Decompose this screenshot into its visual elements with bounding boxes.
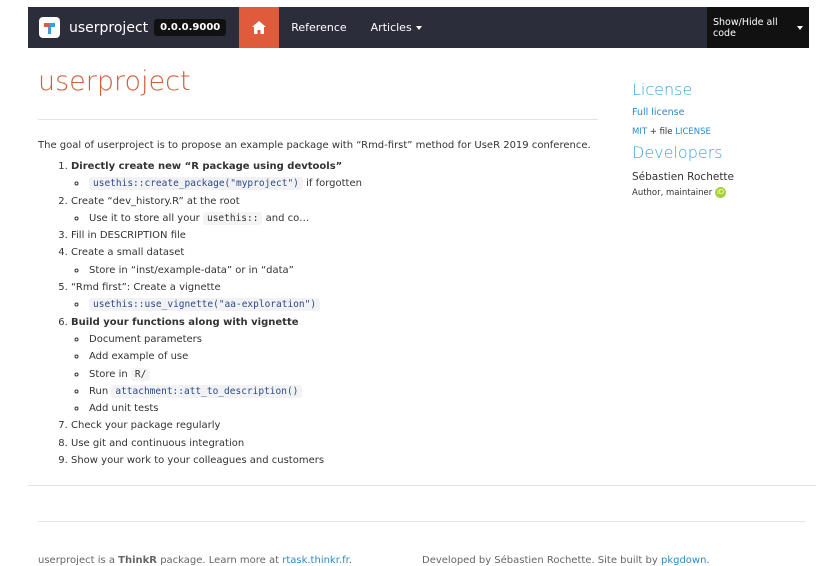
- list-item: Show your work to your colleagues and cu…: [71, 452, 362, 469]
- orcid-icon[interactable]: iD: [714, 187, 726, 198]
- developer-name: Sébastien Rochette: [632, 171, 735, 183]
- code-toggle-label: Show/Hide all code: [713, 16, 778, 39]
- footer-divider: [38, 521, 805, 522]
- footer-left: userproject is a ThinkR package. Learn m…: [38, 555, 352, 566]
- license-type-row: MIT + file LICENSE: [632, 127, 711, 137]
- content-divider: [28, 485, 816, 486]
- intro-paragraph: The goal of userproject is to propose an…: [38, 140, 591, 151]
- sub-list-item: Add example of use: [87, 348, 362, 365]
- nav-articles-label: Articles: [370, 21, 412, 34]
- list-item: “Rmd first”: Create a vignette usethis::…: [71, 279, 362, 314]
- sub-list-item: Add unit tests: [87, 400, 362, 417]
- license-file-link[interactable]: LICENSE: [675, 127, 711, 137]
- full-license-link[interactable]: Full license: [632, 107, 684, 118]
- thinkr-brand: ThinkR: [118, 555, 158, 566]
- list-item: Create “dev_history.R” at the root Use i…: [71, 193, 362, 228]
- sidebar: License Full license MIT + file LICENSE …: [632, 80, 812, 198]
- list-item: Create a small dataset Store in “inst/ex…: [71, 244, 362, 279]
- navbar-brand[interactable]: userproject 0.0.0.9000: [28, 7, 239, 48]
- page-title: userproject: [38, 66, 191, 97]
- sub-list-item: Document parameters: [87, 331, 362, 348]
- license-heading: License: [632, 80, 693, 99]
- sub-list-item: Store in R/: [87, 366, 362, 383]
- package-logo-icon: [39, 17, 60, 38]
- nav-reference-label: Reference: [291, 21, 347, 34]
- list-item: Build your functions along with vignette…: [71, 314, 362, 418]
- sub-list-item: Run attachment::att_to_description(): [87, 383, 362, 400]
- steps-list: Directly create new “R package using dev…: [38, 158, 362, 469]
- sub-list-item: usethis::create_package("myproject") if …: [87, 175, 362, 192]
- developer-role-row: Author, maintainer iD: [632, 187, 726, 198]
- list-item: Use git and continuous integration: [71, 435, 362, 452]
- sub-list-item: usethis::use_vignette("aa-exploration"): [87, 296, 362, 313]
- list-item: Fill in DESCRIPTION file: [71, 227, 362, 244]
- caret-down-icon: [797, 25, 803, 30]
- title-divider: [38, 119, 598, 120]
- full-license-row: Full license: [632, 107, 812, 118]
- mit-link[interactable]: MIT: [632, 127, 647, 137]
- nav-home[interactable]: [239, 7, 280, 48]
- developers-heading: Developers: [632, 143, 723, 162]
- navbar: userproject 0.0.0.9000 Reference Article…: [28, 7, 809, 48]
- sub-list-item: Use it to store all your usethis:: and c…: [87, 210, 362, 227]
- package-name[interactable]: userproject: [69, 20, 148, 36]
- footer-right: Developed by Sébastien Rochette. Site bu…: [422, 555, 710, 566]
- rtask-link[interactable]: rtask.thinkr.fr: [282, 555, 349, 566]
- nav-articles-dropdown[interactable]: Articles: [359, 7, 434, 48]
- code-toggle-button[interactable]: Show/Hide all code: [707, 7, 809, 48]
- nav-reference[interactable]: Reference: [279, 7, 358, 48]
- version-badge: 0.0.0.9000: [154, 19, 227, 36]
- list-item: Directly create new “R package using dev…: [71, 158, 362, 193]
- sub-list-item: Store in “inst/example-data” or in “data…: [87, 262, 362, 279]
- pkgdown-link[interactable]: pkgdown: [661, 555, 706, 566]
- list-item: Check your package regularly: [71, 417, 362, 434]
- caret-down-icon: [415, 25, 422, 30]
- home-icon: [252, 21, 267, 34]
